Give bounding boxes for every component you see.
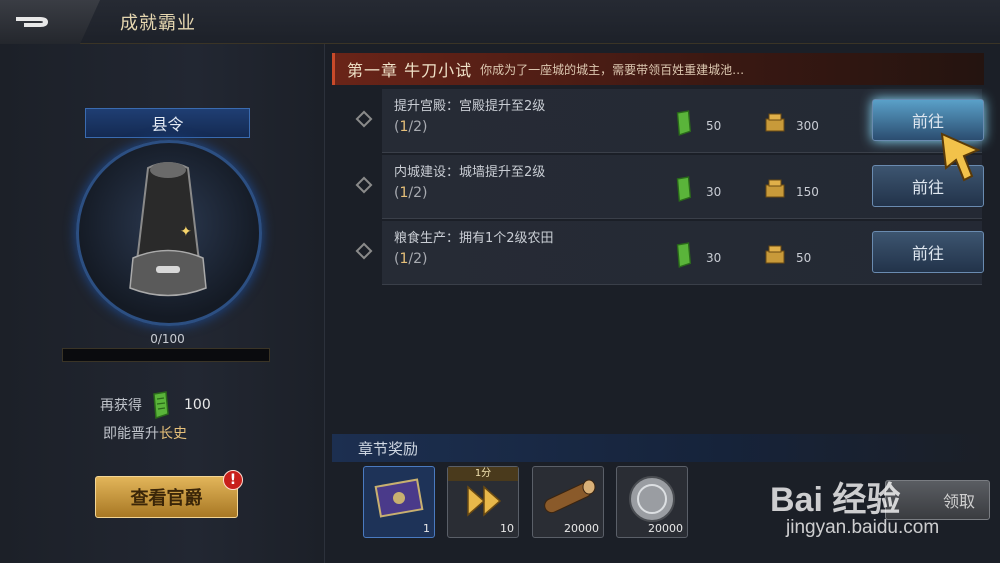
rank-title: 县令: [85, 108, 250, 138]
gold-chest-icon: [765, 113, 785, 132]
go-button[interactable]: 前往: [872, 231, 984, 273]
top-bar: 成就霸业: [0, 0, 1000, 44]
tutorial-pointer-icon: [940, 132, 981, 182]
earn-amount: 100: [184, 397, 211, 413]
chapter-reward-header: 章节奖励: [332, 434, 984, 462]
alert-badge: !: [223, 470, 243, 490]
reward-count: 10: [500, 522, 514, 535]
gold-chest-icon: [765, 179, 785, 198]
chapter-header: 第一章 牛刀小试 你成为了一座城的城主，需要带领百姓重建城池…: [332, 53, 984, 85]
next-rank: 长史: [159, 426, 187, 442]
task-progress: (1/2): [394, 251, 428, 267]
task-name: 内城建设：城墙提升至2级: [394, 165, 546, 180]
diamond-icon: [355, 176, 373, 194]
task-name: 粮食生产：拥有1个2级农田: [394, 231, 554, 246]
official-hat-icon: ✦: [129, 162, 207, 297]
task-progress: (1/2): [394, 119, 428, 135]
scroll-icon: [374, 478, 424, 518]
reward-slot[interactable]: 1: [363, 466, 435, 538]
task-progress: (1/2): [394, 185, 428, 201]
task-row: 内城建设：城墙提升至2级 (1/2) 30 150 前往: [355, 155, 984, 219]
reward-count: 1: [423, 522, 430, 535]
view-ranks-button[interactable]: 查看官爵: [95, 476, 238, 518]
chapter-title: 第一章 牛刀小试: [347, 61, 473, 80]
reward-merit-amount: 30: [706, 251, 722, 265]
reward-gold-amount: 50: [796, 251, 812, 265]
reward-slot[interactable]: 1分 10: [447, 466, 519, 538]
claim-button[interactable]: 领取: [885, 480, 990, 520]
watermark-logo: Bai 经验: [770, 481, 901, 519]
reward-count: 20000: [564, 522, 599, 535]
reward-merit-amount: 50: [706, 119, 722, 133]
promote-prefix: 即能晋升: [103, 426, 159, 442]
merit-token-icon: [676, 110, 692, 136]
task-row: 粮食生产：拥有1个2级农田 (1/2) 30 50 前往: [355, 221, 984, 285]
chapter-description: 你成为了一座城的城主，需要带领百姓重建城池…: [480, 62, 745, 77]
wood-icon: [544, 479, 596, 514]
back-button[interactable]: [0, 0, 100, 44]
page-title: 成就霸业: [120, 13, 196, 34]
merit-token-icon: [676, 176, 692, 202]
task-row: 提升宫殿：宫殿提升至2级 (1/2) 50 300 前往: [355, 89, 984, 153]
reward-gold-amount: 150: [796, 185, 819, 199]
reward-slot[interactable]: 20000: [532, 466, 604, 538]
reward-count: 20000: [648, 522, 683, 535]
rank-progress-bar: [62, 348, 270, 362]
back-arrow-icon: [16, 17, 48, 27]
diamond-icon: [355, 110, 373, 128]
earn-label: 再获得: [100, 398, 142, 414]
merit-token-icon: [153, 391, 169, 420]
svg-text:✦: ✦: [180, 224, 192, 240]
rank-progress-text: 0/100: [150, 332, 185, 346]
silver-coin-icon: [629, 476, 675, 522]
earn-more-row: 再获得 100: [100, 390, 211, 420]
reward-gold-amount: 300: [796, 119, 819, 133]
watermark-url: jingyan.baidu.com: [786, 517, 940, 538]
task-name: 提升宫殿：宫殿提升至2级: [394, 99, 546, 114]
reward-slot[interactable]: 20000: [616, 466, 688, 538]
gold-chest-icon: [765, 245, 785, 264]
promote-text: 即能晋升长史: [103, 423, 187, 443]
reward-tag: 1分: [448, 467, 518, 481]
merit-token-icon: [676, 242, 692, 268]
diamond-icon: [355, 242, 373, 260]
reward-merit-amount: 30: [706, 185, 722, 199]
